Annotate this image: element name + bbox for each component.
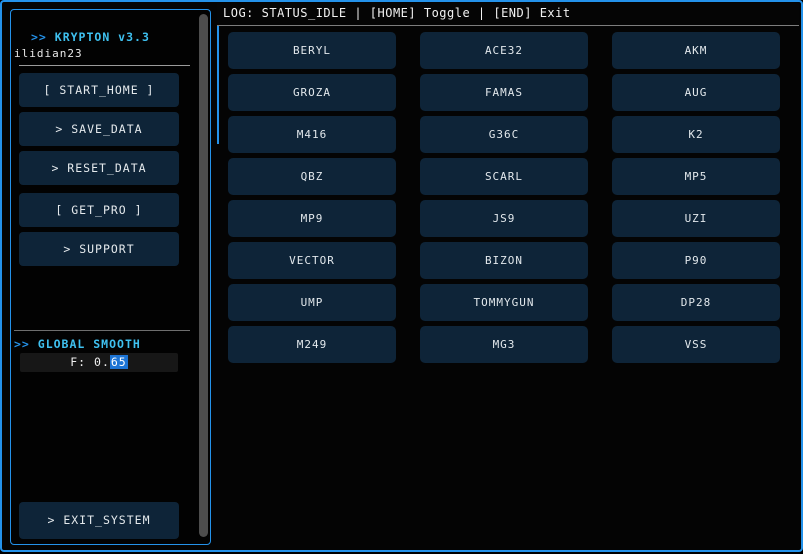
weapon-button[interactable]: VSS [612,326,780,363]
log-bar: LOG: STATUS_IDLE | [HOME] Toggle | [END]… [217,3,799,26]
selected-text: 65 [110,355,128,369]
smooth-factor-field[interactable]: F: 0.65 [20,353,178,372]
weapon-button[interactable]: UMP [228,284,396,321]
start-home-button[interactable]: [ START_HOME ] [19,73,179,107]
app-title-text: KRYPTON v3.3 [47,30,150,44]
exit-system-button[interactable]: > EXIT_SYSTEM [19,502,179,539]
weapon-button[interactable]: P90 [612,242,780,279]
weapon-button[interactable]: M249 [228,326,396,363]
chevrons-icon: >> [14,337,30,351]
weapon-button[interactable]: GROZA [228,74,396,111]
weapons-grid: BERYL ACE32 AKM GROZA FAMAS AUG M416 G36… [228,32,780,363]
weapon-button[interactable]: K2 [612,116,780,153]
divider [19,65,190,66]
weapon-button[interactable]: TOMMYGUN [420,284,588,321]
weapon-button[interactable]: ACE32 [420,32,588,69]
weapon-button[interactable]: BERYL [228,32,396,69]
divider [14,330,190,331]
weapon-button[interactable]: AKM [612,32,780,69]
weapon-button[interactable]: QBZ [228,158,396,195]
weapon-button[interactable]: G36C [420,116,588,153]
app-window: >> KRYPTON v3.3 ilidian23 [ START_HOME ]… [0,0,803,552]
weapon-button[interactable]: BIZON [420,242,588,279]
global-smooth-header: >> GLOBAL SMOOTH [14,337,141,351]
sidebar-scrollbar[interactable] [199,14,208,537]
weapon-button[interactable]: MG3 [420,326,588,363]
smooth-factor-prefix: F: 0. [70,355,110,369]
log-status-text: LOG: STATUS_IDLE | [HOME] Toggle | [END]… [217,3,799,24]
reset-data-button[interactable]: > RESET_DATA [19,151,179,185]
weapon-button[interactable]: UZI [612,200,780,237]
weapon-button[interactable]: FAMAS [420,74,588,111]
app-title: >> KRYPTON v3.3 [31,30,150,44]
sidebar-panel: >> KRYPTON v3.3 ilidian23 [ START_HOME ]… [10,9,211,545]
weapon-button[interactable]: AUG [612,74,780,111]
weapon-button[interactable]: MP5 [612,158,780,195]
weapon-button[interactable]: M416 [228,116,396,153]
save-data-button[interactable]: > SAVE_DATA [19,112,179,146]
get-pro-button[interactable]: [ GET_PRO ] [19,193,179,227]
weapon-button[interactable]: VECTOR [228,242,396,279]
global-smooth-label: GLOBAL SMOOTH [30,337,141,351]
weapon-button[interactable]: JS9 [420,200,588,237]
chevrons-icon: >> [31,30,47,44]
weapon-button[interactable]: MP9 [228,200,396,237]
support-button[interactable]: > SUPPORT [19,232,179,266]
weapon-button[interactable]: SCARL [420,158,588,195]
weapon-button[interactable]: DP28 [612,284,780,321]
username-label: ilidian23 [14,47,83,60]
